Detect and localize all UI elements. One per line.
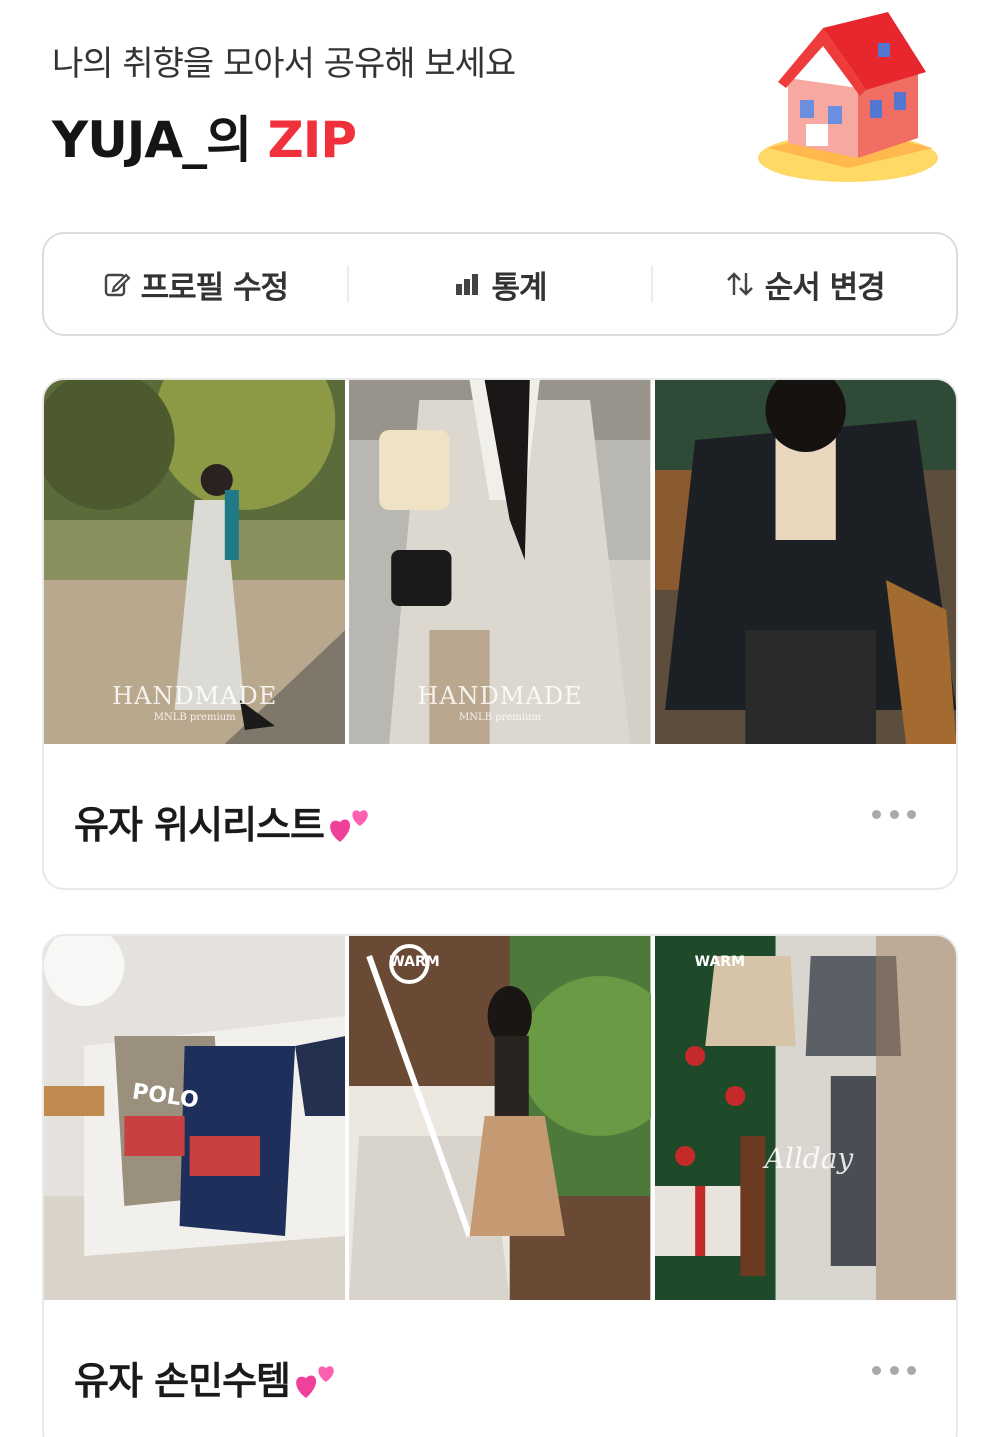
more-options-icon[interactable] [872, 1360, 916, 1380]
title-username: YUJA_의 [52, 111, 268, 169]
watermark-text: HANDMADE [112, 682, 278, 710]
reorder-button[interactable]: 순서 변경 [653, 234, 956, 334]
title-accent: ZIP [267, 111, 358, 169]
watermark-subtext: MNLB premium [459, 712, 541, 723]
bar-chart-icon [456, 274, 479, 295]
collection-title: 유자 손민수템 [74, 1350, 338, 1409]
warm-badge: WARM [389, 954, 440, 970]
two-hearts-icon [328, 804, 372, 853]
thumbnail-image[interactable]: HANDMADE MNLB premium [44, 380, 346, 744]
thumbnail-image[interactable]: WARM [349, 936, 651, 1300]
warm-badge: WARM [694, 954, 746, 970]
watermark-text: HANDMADE [417, 682, 583, 710]
thumbnail-image[interactable]: POLO [44, 936, 346, 1300]
watermark-subtext: MNLB premium [153, 712, 236, 723]
sort-arrows-icon [726, 272, 753, 296]
edit-icon [104, 273, 131, 297]
house-illustration-icon [748, 8, 948, 188]
collection-title-text: 유자 손민수템 [74, 1359, 291, 1403]
two-hearts-icon [294, 1360, 338, 1409]
more-options-icon[interactable] [872, 804, 916, 824]
thumbnail-image[interactable] [654, 380, 956, 744]
edit-profile-label: 프로필 수정 [140, 269, 289, 306]
collection-card[interactable]: HANDMADE MNLB premium HANDMADE MNLB prem… [42, 378, 958, 890]
stats-label: 통계 [491, 269, 547, 306]
page-subtitle: 나의 취향을 모아서 공유해 보세요 [52, 44, 516, 84]
page-title: YUJA_의 ZIP [52, 100, 358, 172]
collection-footer: 유자 손민수템 [44, 1300, 956, 1437]
edit-profile-button[interactable]: 프로필 수정 [44, 234, 347, 334]
allday-overlay-text: Allday [764, 1142, 854, 1175]
collection-title: 유자 위시리스트 [74, 794, 372, 853]
thumbnail-image[interactable]: HANDMADE MNLB premium [349, 380, 651, 744]
collection-card[interactable]: POLO WARM WARM Allday 유자 손민수템 [42, 934, 958, 1437]
reorder-label: 순서 변경 [764, 269, 886, 306]
collection-footer: 유자 위시리스트 [44, 744, 956, 888]
thumbnail-image[interactable]: WARM Allday [654, 936, 956, 1300]
stats-button[interactable]: 통계 [349, 234, 652, 334]
profile-action-bar: 프로필 수정 통계 순서 변경 [42, 232, 958, 336]
collection-thumbnails: HANDMADE MNLB premium HANDMADE MNLB prem… [44, 380, 956, 744]
collection-title-text: 유자 위시리스트 [74, 803, 325, 847]
collection-thumbnails: POLO WARM WARM Allday [44, 936, 956, 1300]
page-header: 나의 취향을 모아서 공유해 보세요 YUJA_의 ZIP [0, 0, 1000, 200]
